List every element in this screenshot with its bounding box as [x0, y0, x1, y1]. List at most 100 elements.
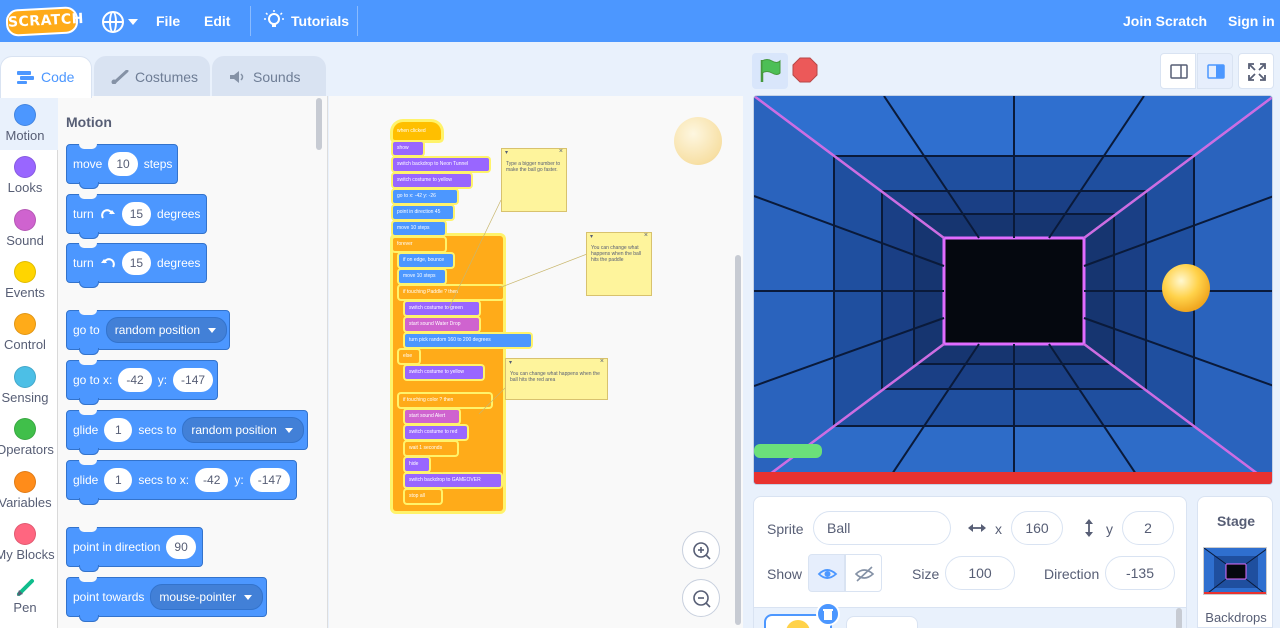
category-pen[interactable]: Pen — [0, 570, 58, 622]
delete-sprite-button[interactable] — [816, 602, 840, 626]
stage-canvas[interactable] — [753, 95, 1273, 485]
small-stage-button[interactable] — [1160, 53, 1196, 89]
degrees-input[interactable]: 15 — [121, 202, 152, 226]
block-text: glide — [73, 423, 99, 437]
block-text: turn — [73, 256, 94, 270]
go-to-xy-block[interactable]: go to x: -42 y: -147 — [66, 360, 218, 405]
red-danger-area — [754, 472, 1272, 484]
pen-icon — [17, 579, 34, 596]
comment-note[interactable]: Type a bigger number to make the ball go… — [501, 148, 567, 212]
fullscreen-button[interactable] — [1238, 53, 1274, 89]
lightbulb-icon[interactable] — [264, 10, 284, 30]
horizontal-arrows-icon — [968, 524, 986, 532]
eye-icon — [817, 569, 838, 579]
motion-dot-icon — [14, 104, 36, 126]
tab-sounds[interactable]: Sounds — [212, 56, 326, 96]
y-input[interactable]: -147 — [249, 468, 290, 492]
category-label: My Blocks — [0, 547, 55, 562]
x-input[interactable]: -42 — [195, 468, 229, 492]
category-label: Motion — [5, 128, 45, 143]
category-label: Events — [5, 285, 45, 300]
hide-sprite-button[interactable] — [845, 554, 882, 592]
turn-right-block[interactable]: turn 15 degrees — [66, 194, 207, 239]
turn-left-block[interactable]: turn 15 degrees — [66, 243, 207, 288]
glide-target-dropdown[interactable]: random position — [182, 417, 304, 443]
stop-button[interactable] — [792, 57, 818, 83]
scratch-logo[interactable]: SCRATCH — [5, 6, 84, 37]
backdrop-thumbnail[interactable] — [1203, 547, 1267, 595]
backdrop-thumbnail-image — [1204, 548, 1266, 594]
category-label: Pen — [13, 600, 37, 615]
direction-input[interactable]: -135 — [1105, 556, 1175, 590]
category-variables[interactable]: Variables — [0, 465, 58, 517]
sprite-list-scrollbar[interactable] — [1176, 608, 1182, 628]
y-input[interactable]: -147 — [173, 368, 214, 392]
tutorials-menu[interactable]: Tutorials — [291, 0, 349, 42]
tab-code[interactable]: Code — [0, 56, 92, 98]
point-towards-block[interactable]: point towards mouse-pointer — [66, 577, 267, 622]
category-label: Control — [4, 337, 46, 352]
go-to-block[interactable]: go to random position — [66, 310, 230, 355]
comment-note[interactable]: You can change what happens when the bal… — [586, 232, 652, 296]
sprite-list — [754, 602, 1186, 628]
category-looks[interactable]: Looks — [0, 150, 58, 202]
code-workspace[interactable]: when clicked show switch backdrop to Neo… — [329, 96, 743, 628]
paddle-sprite — [754, 444, 822, 458]
category-control[interactable]: Control — [0, 307, 58, 359]
block-text: degrees — [157, 256, 201, 270]
globe-icon[interactable] — [102, 11, 124, 33]
file-menu[interactable]: File — [156, 0, 180, 42]
sprite-tile-paddle[interactable] — [846, 616, 918, 628]
menu-bar: SCRATCH File Edit Tutorials Join Scratch… — [0, 0, 1280, 42]
degrees-input[interactable]: 15 — [121, 251, 152, 275]
category-sensing[interactable]: Sensing — [0, 360, 58, 412]
category-operators[interactable]: Operators — [0, 412, 58, 464]
green-flag-button[interactable] — [752, 53, 788, 89]
rotate-left-icon — [100, 258, 115, 268]
category-my-blocks[interactable]: My Blocks — [0, 517, 58, 569]
point-in-direction-block[interactable]: point in direction 90 — [66, 527, 203, 572]
y-label: y — [1106, 521, 1113, 537]
goto-target-dropdown[interactable]: random position — [105, 317, 228, 343]
sprite-label: Sprite — [767, 521, 804, 537]
block-text: point towards — [73, 590, 145, 604]
x-position-input[interactable]: 160 — [1011, 511, 1063, 545]
sprite-name-input[interactable]: Ball — [813, 511, 951, 545]
category-motion[interactable]: Motion — [0, 98, 58, 150]
direction-label: Direction — [1044, 566, 1100, 582]
workspace-scrollbar[interactable] — [735, 255, 741, 625]
category-events[interactable]: Events — [0, 255, 58, 307]
edit-menu[interactable]: Edit — [204, 0, 230, 42]
secs-input[interactable]: 1 — [104, 468, 133, 492]
zoom-out-button[interactable] — [682, 579, 720, 617]
steps-input[interactable]: 10 — [108, 152, 138, 176]
ball-thumbnail — [786, 620, 810, 628]
vertical-arrows-icon — [1085, 519, 1093, 537]
glide-to-xy-block[interactable]: glide 1 secs to x: -42 y: -147 — [66, 460, 297, 505]
y-position-input[interactable]: 2 — [1122, 511, 1174, 545]
show-sprite-button[interactable] — [808, 554, 845, 592]
green-flag-icon — [760, 59, 781, 82]
size-input[interactable]: 100 — [945, 556, 1015, 590]
chevron-down-icon[interactable] — [128, 19, 138, 25]
x-input[interactable]: -42 — [118, 368, 152, 392]
join-scratch-link[interactable]: Join Scratch — [1123, 0, 1207, 42]
ball-sprite — [1162, 264, 1210, 312]
tab-costumes[interactable]: Costumes — [94, 56, 210, 96]
towards-target-dropdown[interactable]: mouse-pointer — [150, 584, 264, 610]
comment-note[interactable]: You can change what happens when the bal… — [505, 358, 608, 400]
block-text: move — [73, 157, 103, 171]
sign-in-link[interactable]: Sign in — [1228, 0, 1275, 42]
direction-input[interactable]: 90 — [166, 535, 196, 559]
glide-to-block[interactable]: glide 1 secs to random position — [66, 410, 308, 455]
palette-scrollbar[interactable] — [316, 98, 322, 150]
category-sound[interactable]: Sound — [0, 203, 58, 255]
block-text: y: — [157, 373, 168, 387]
large-stage-button[interactable] — [1197, 53, 1233, 89]
secs-input[interactable]: 1 — [104, 418, 133, 442]
block-palette: Motion move 10 steps turn 15 degrees tur… — [58, 96, 328, 628]
zoom-in-button[interactable] — [682, 531, 720, 569]
move-steps-block[interactable]: move 10 steps — [66, 144, 178, 189]
code-icon — [17, 71, 34, 84]
stage-selector[interactable]: Stage Backdrops — [1197, 496, 1273, 628]
